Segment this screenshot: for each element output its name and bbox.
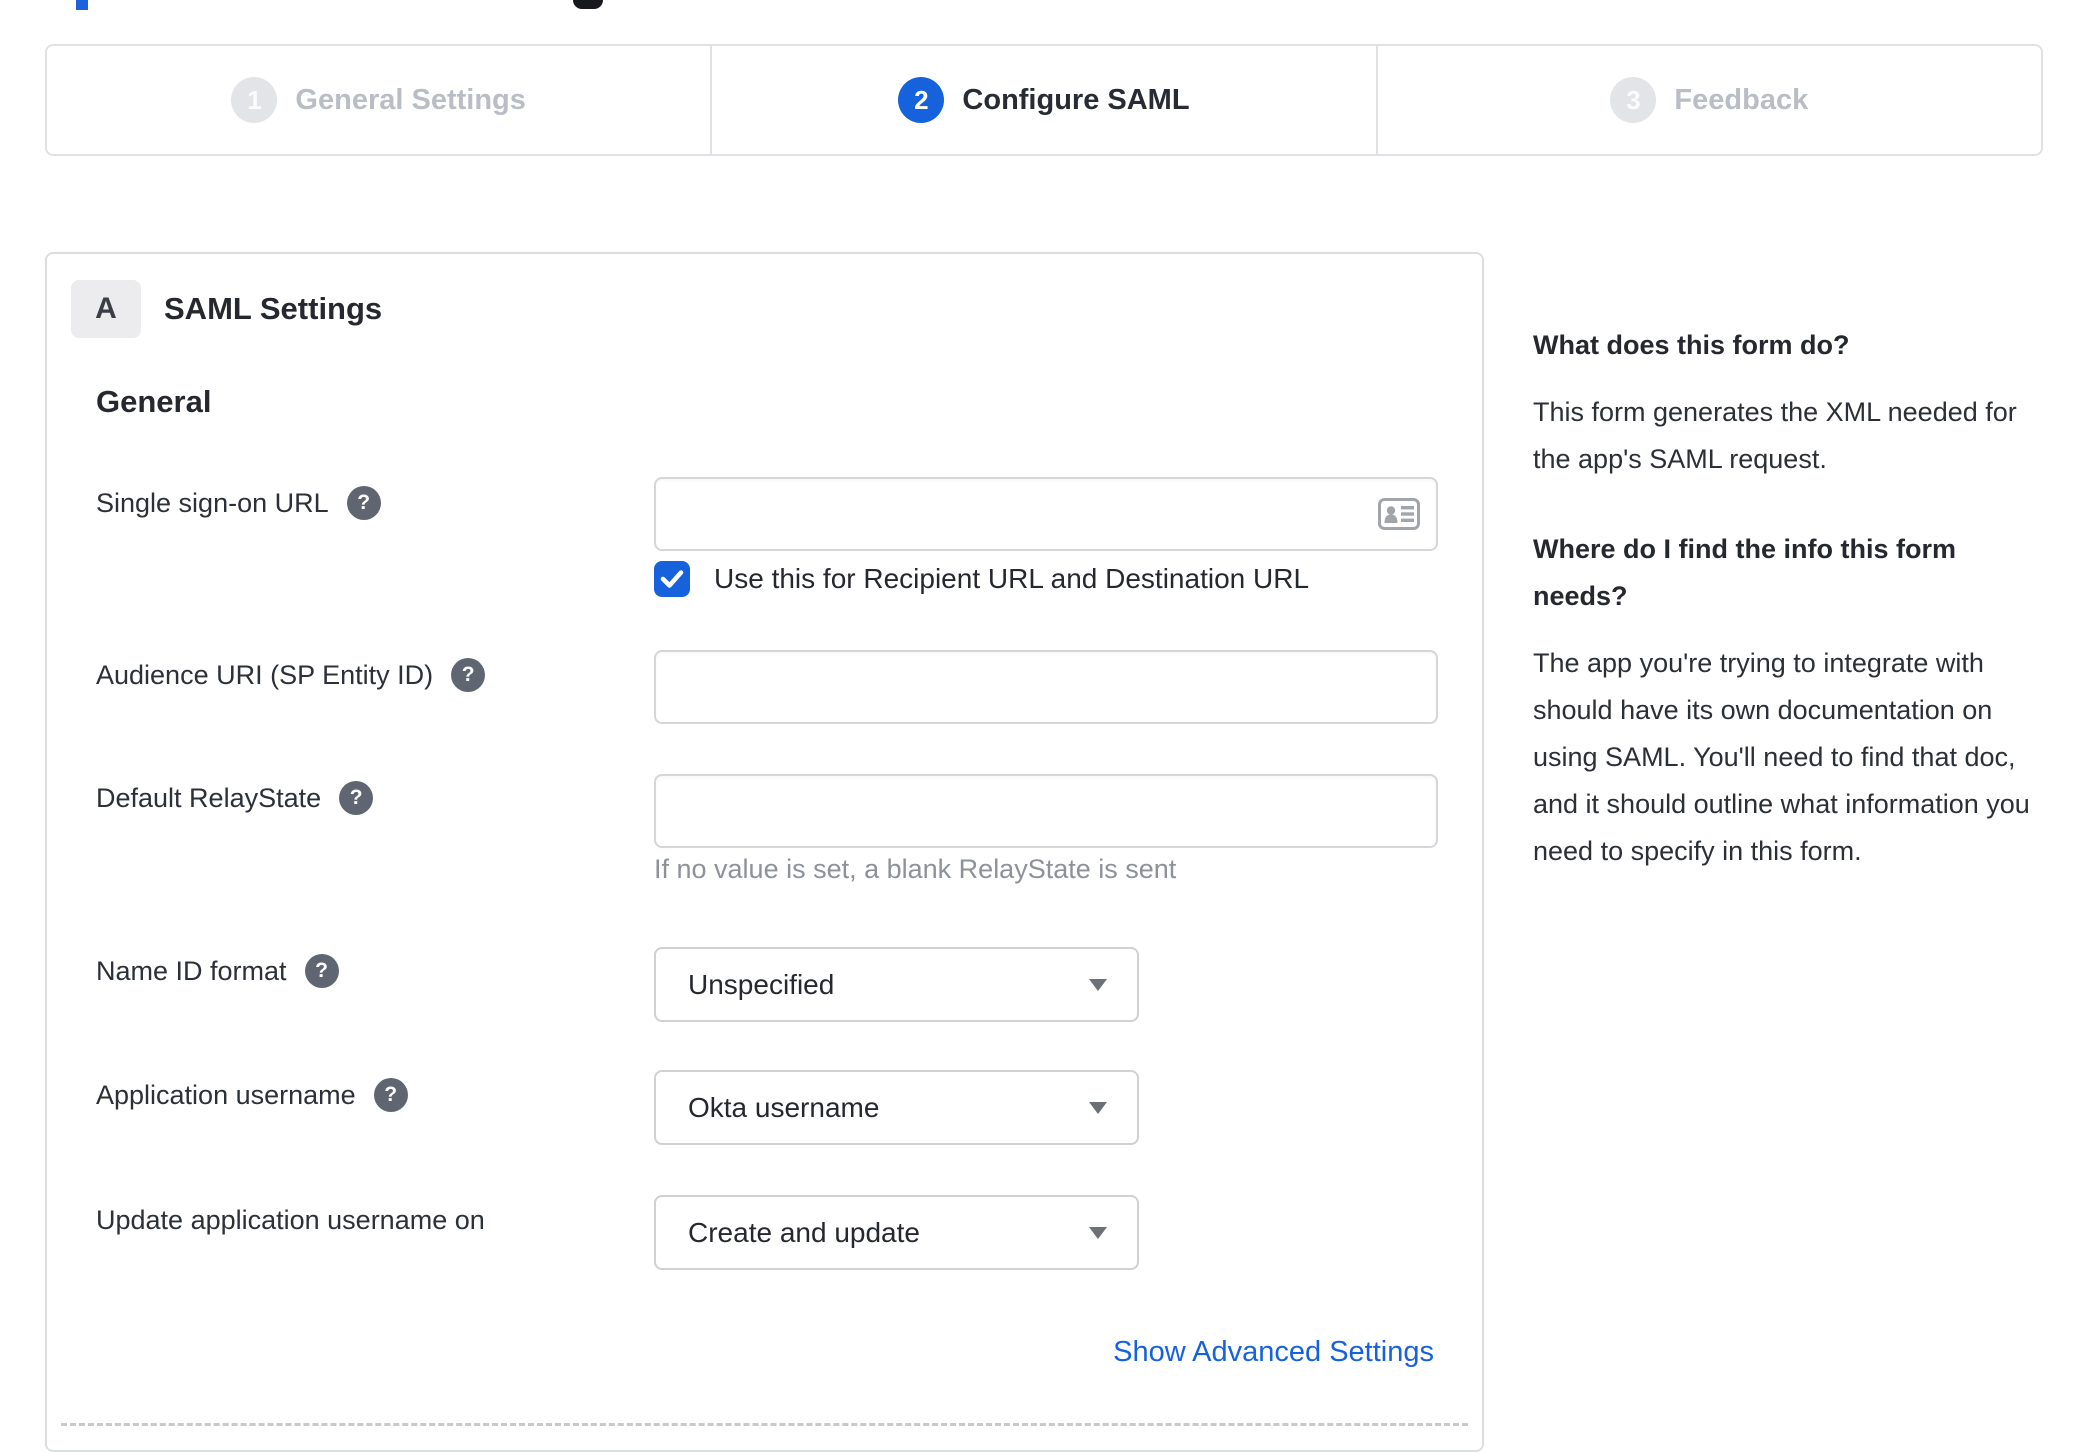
help-body: The app you're trying to integrate with …	[1533, 648, 2030, 866]
update-username-select[interactable]: Create and update	[654, 1195, 1139, 1270]
caret-down-icon	[1089, 1226, 1107, 1239]
show-advanced-settings-link[interactable]: Show Advanced Settings	[1113, 1336, 1434, 1369]
name-id-format-select[interactable]: Unspecified	[654, 947, 1139, 1022]
help-icon[interactable]: ?	[304, 954, 339, 988]
step-label: General Settings	[295, 83, 526, 116]
update-username-label: Update application username on	[96, 1203, 485, 1237]
audience-uri-input[interactable]	[654, 650, 1438, 724]
help-icon[interactable]: ?	[451, 658, 486, 692]
step-number-badge: 3	[1610, 77, 1657, 123]
sso-url-label: Single sign-on URL ?	[96, 486, 381, 520]
application-username-label: Application username ?	[96, 1078, 408, 1112]
help-icon[interactable]: ?	[339, 781, 374, 815]
step-configure-saml[interactable]: 2 Configure SAML	[710, 46, 1375, 154]
application-username-select[interactable]: Okta username	[654, 1070, 1139, 1145]
application-username-value: Okta username	[688, 1091, 880, 1123]
update-username-value: Create and update	[688, 1216, 920, 1248]
caret-down-icon	[1089, 978, 1107, 991]
caret-down-icon	[1089, 1101, 1107, 1114]
sso-url-input[interactable]	[654, 477, 1438, 551]
relay-state-label-text: Default RelayState	[96, 783, 322, 813]
help-heading: What does this form do?	[1533, 330, 1850, 360]
checkbox-check-icon	[660, 570, 684, 588]
saml-settings-panel: A SAML Settings General Single sign-on U…	[45, 252, 1484, 1452]
help-section: What does this form do? This form genera…	[1533, 322, 2035, 483]
help-icon[interactable]: ?	[373, 1078, 408, 1112]
help-sidebar: What does this form do? This form genera…	[1533, 322, 2035, 875]
step-feedback[interactable]: 3 Feedback	[1375, 46, 2041, 154]
name-id-format-label: Name ID format ?	[96, 954, 339, 988]
help-section: Where do I find the info this form needs…	[1533, 526, 2035, 875]
audience-uri-label: Audience URI (SP Entity ID) ?	[96, 658, 486, 692]
relay-state-hint: If no value is set, a blank RelayState i…	[654, 854, 1177, 884]
step-general-settings[interactable]: 1 General Settings	[47, 46, 710, 154]
relay-state-label: Default RelayState ?	[96, 781, 374, 815]
relay-state-input[interactable]	[654, 774, 1438, 848]
help-heading: Where do I find the info this form needs…	[1533, 534, 1956, 611]
sso-url-label-text: Single sign-on URL	[96, 488, 329, 518]
sso-url-input-wrap	[654, 477, 1438, 551]
step-label: Feedback	[1674, 83, 1809, 116]
step-number-badge: 2	[898, 77, 945, 123]
step-label: Configure SAML	[962, 83, 1190, 116]
wizard-stepper: 1 General Settings 2 Configure SAML 3 Fe…	[45, 44, 2043, 156]
recipient-url-checkbox[interactable]	[654, 561, 690, 597]
application-username-label-text: Application username	[96, 1080, 356, 1110]
section-a-badge: A	[71, 280, 141, 338]
help-body: This form generates the XML needed for t…	[1533, 397, 2017, 474]
section-title: SAML Settings	[164, 291, 383, 326]
step-number-badge: 1	[231, 77, 278, 123]
help-icon[interactable]: ?	[346, 486, 381, 520]
clipped-blue-fragment	[76, 0, 88, 10]
contact-card-icon	[1378, 498, 1420, 530]
audience-uri-label-text: Audience URI (SP Entity ID)	[96, 660, 434, 690]
name-id-format-label-text: Name ID format	[96, 956, 287, 986]
recipient-url-checkbox-row: Use this for Recipient URL and Destinati…	[654, 561, 1309, 597]
clipped-dark-fragment	[573, 0, 603, 9]
recipient-url-checkbox-label: Use this for Recipient URL and Destinati…	[714, 563, 1310, 594]
general-group-heading: General	[96, 384, 212, 419]
name-id-format-value: Unspecified	[688, 968, 835, 1000]
update-username-label-text: Update application username on	[96, 1205, 485, 1235]
